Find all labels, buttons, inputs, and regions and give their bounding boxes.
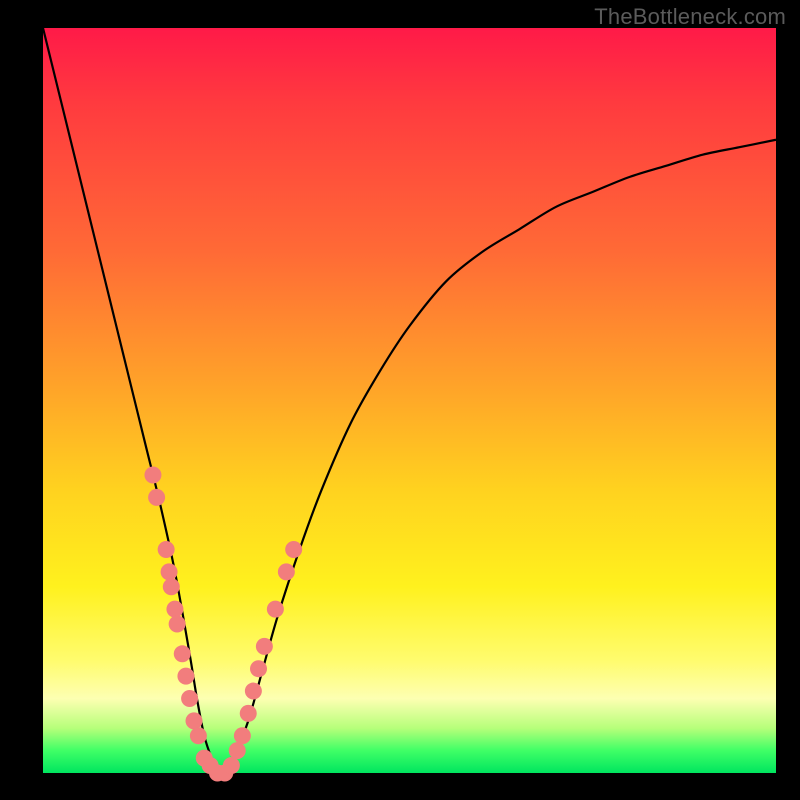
data-dot [181,690,198,707]
data-dot [177,668,194,685]
data-dot [163,578,180,595]
data-dot [278,563,295,580]
data-dot [174,645,191,662]
data-dot [267,601,284,618]
data-dots [144,467,302,782]
data-dot [161,563,178,580]
chart-svg [43,28,776,773]
plot-area [43,28,776,773]
data-dot [245,683,262,700]
data-dot [158,541,175,558]
data-dot [223,757,240,774]
bottleneck-curve [43,28,776,775]
chart-frame: TheBottleneck.com [0,0,800,800]
data-dot [229,742,246,759]
data-dot [166,601,183,618]
watermark-text: TheBottleneck.com [594,4,786,30]
data-dot [250,660,267,677]
data-dot [285,541,302,558]
data-dot [185,712,202,729]
data-dot [234,727,251,744]
data-dot [190,727,207,744]
data-dot [240,705,257,722]
data-dot [256,638,273,655]
data-dot [144,467,161,484]
data-dot [169,616,186,633]
data-dot [148,489,165,506]
